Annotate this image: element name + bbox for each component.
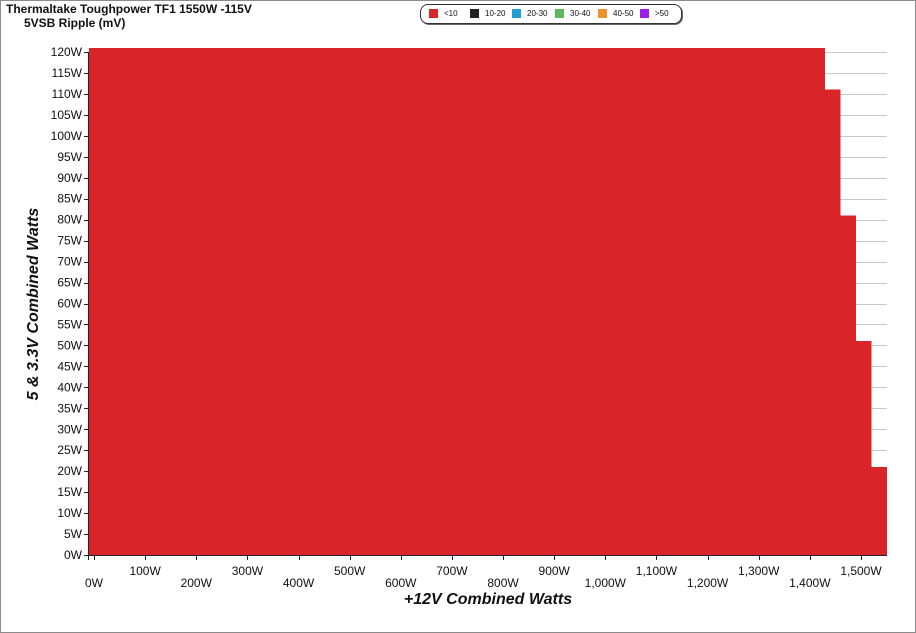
heatmap-region <box>89 466 887 555</box>
y-tick-label: 30W <box>57 422 82 436</box>
y-tick-label: 110W <box>52 87 83 101</box>
x-tick-label: 500W <box>334 564 366 578</box>
y-tick-label: 5W <box>64 527 83 541</box>
y-tick-label: 105W <box>51 108 83 122</box>
y-tick-labels: 0W 5W 10W 15W 20W 25W 30W 35W 40W 45W 50W 55W 60W 65W… <box>51 45 89 562</box>
chart-plot: 0W 5W 10W 15W 20W 25W 30W 35W 40W 45W 50W 55W 60W 65W… <box>25 45 887 608</box>
y-tick-label: 85W <box>57 192 82 206</box>
y-tick-label: 120W <box>51 45 83 59</box>
y-tick-label: 65W <box>57 276 82 290</box>
y-tick-label: 35W <box>57 401 82 415</box>
x-tick-label: 700W <box>436 564 468 578</box>
y-tick-label: 60W <box>57 297 82 311</box>
y-tick-label: 20W <box>57 464 82 478</box>
x-tick-labels: 0W 100W 200W 300W 400W 500W 600W 700W 800W 900W 1,… <box>85 555 882 590</box>
x-tick-label: 300W <box>232 564 264 578</box>
x-tick-label: 1,300W <box>738 564 780 578</box>
y-tick-label: 55W <box>57 317 82 331</box>
y-tick-label: 80W <box>57 213 82 227</box>
x-tick-label: 400W <box>283 576 315 590</box>
heatmap-region <box>89 47 826 90</box>
y-tick-label: 40W <box>57 380 82 394</box>
heatmap-region <box>89 89 841 216</box>
y-tick-label: 45W <box>57 359 82 373</box>
x-tick-label: 600W <box>385 576 417 590</box>
y-tick-label: 75W <box>57 234 82 248</box>
y-tick-label: 0W <box>64 548 83 562</box>
x-tick-label: 1,400W <box>789 576 831 590</box>
x-axis-title: +12V Combined Watts <box>404 591 572 608</box>
y-tick-label: 100W <box>51 129 83 143</box>
ripple-regions <box>89 47 887 555</box>
y-tick-label: 70W <box>57 255 82 269</box>
y-tick-label: 115W <box>52 66 83 80</box>
x-tick-label: 0W <box>85 576 104 590</box>
y-tick-label: 15W <box>57 485 82 499</box>
x-tick-label: 100W <box>129 564 161 578</box>
x-tick-label: 1,000W <box>585 576 627 590</box>
x-tick-label: 800W <box>487 576 519 590</box>
heatmap-region <box>89 215 857 342</box>
heatmap-region <box>89 341 872 467</box>
x-tick-label: 200W <box>181 576 213 590</box>
y-tick-label: 50W <box>57 338 82 352</box>
y-axis-title: 5 & 3.3V Combined Watts <box>25 208 42 401</box>
y-tick-label: 25W <box>57 443 82 457</box>
x-tick-label: 1,100W <box>636 564 678 578</box>
y-tick-label: 90W <box>57 171 82 185</box>
x-tick-label: 1,200W <box>687 576 729 590</box>
y-tick-label: 95W <box>57 150 82 164</box>
y-tick-label: 10W <box>57 506 82 520</box>
x-tick-label: 1,500W <box>840 564 882 578</box>
x-tick-label: 900W <box>539 564 571 578</box>
